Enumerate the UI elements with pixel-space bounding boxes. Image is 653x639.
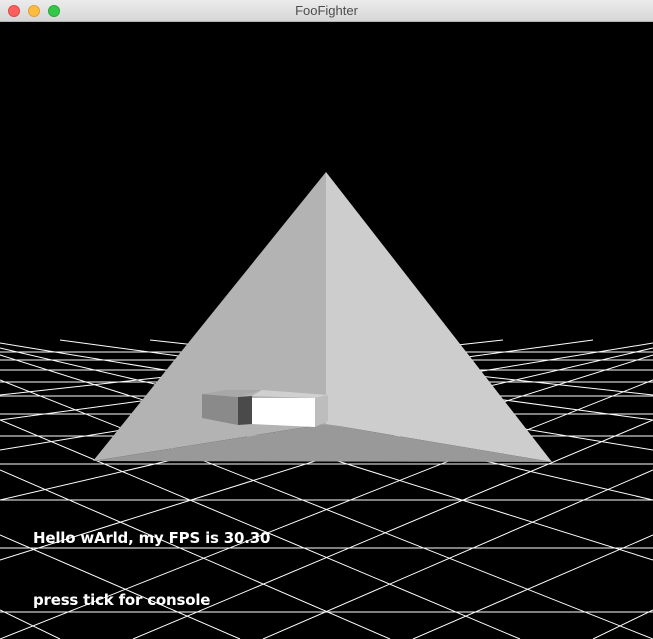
game-viewport[interactable]: Hello wArld, my FPS is 30.30 press tick … (0, 22, 653, 639)
console-hint: press tick for console (33, 591, 211, 609)
title-bar[interactable]: FooFighter (0, 0, 653, 22)
window-title: FooFighter (295, 3, 358, 18)
box-object (202, 390, 328, 427)
fps-counter: Hello wArld, my FPS is 30.30 (33, 529, 271, 547)
pyramid-right-face (326, 172, 552, 462)
app-window: FooFighter Hello wArld, my FPS is 30.30 … (0, 0, 653, 639)
